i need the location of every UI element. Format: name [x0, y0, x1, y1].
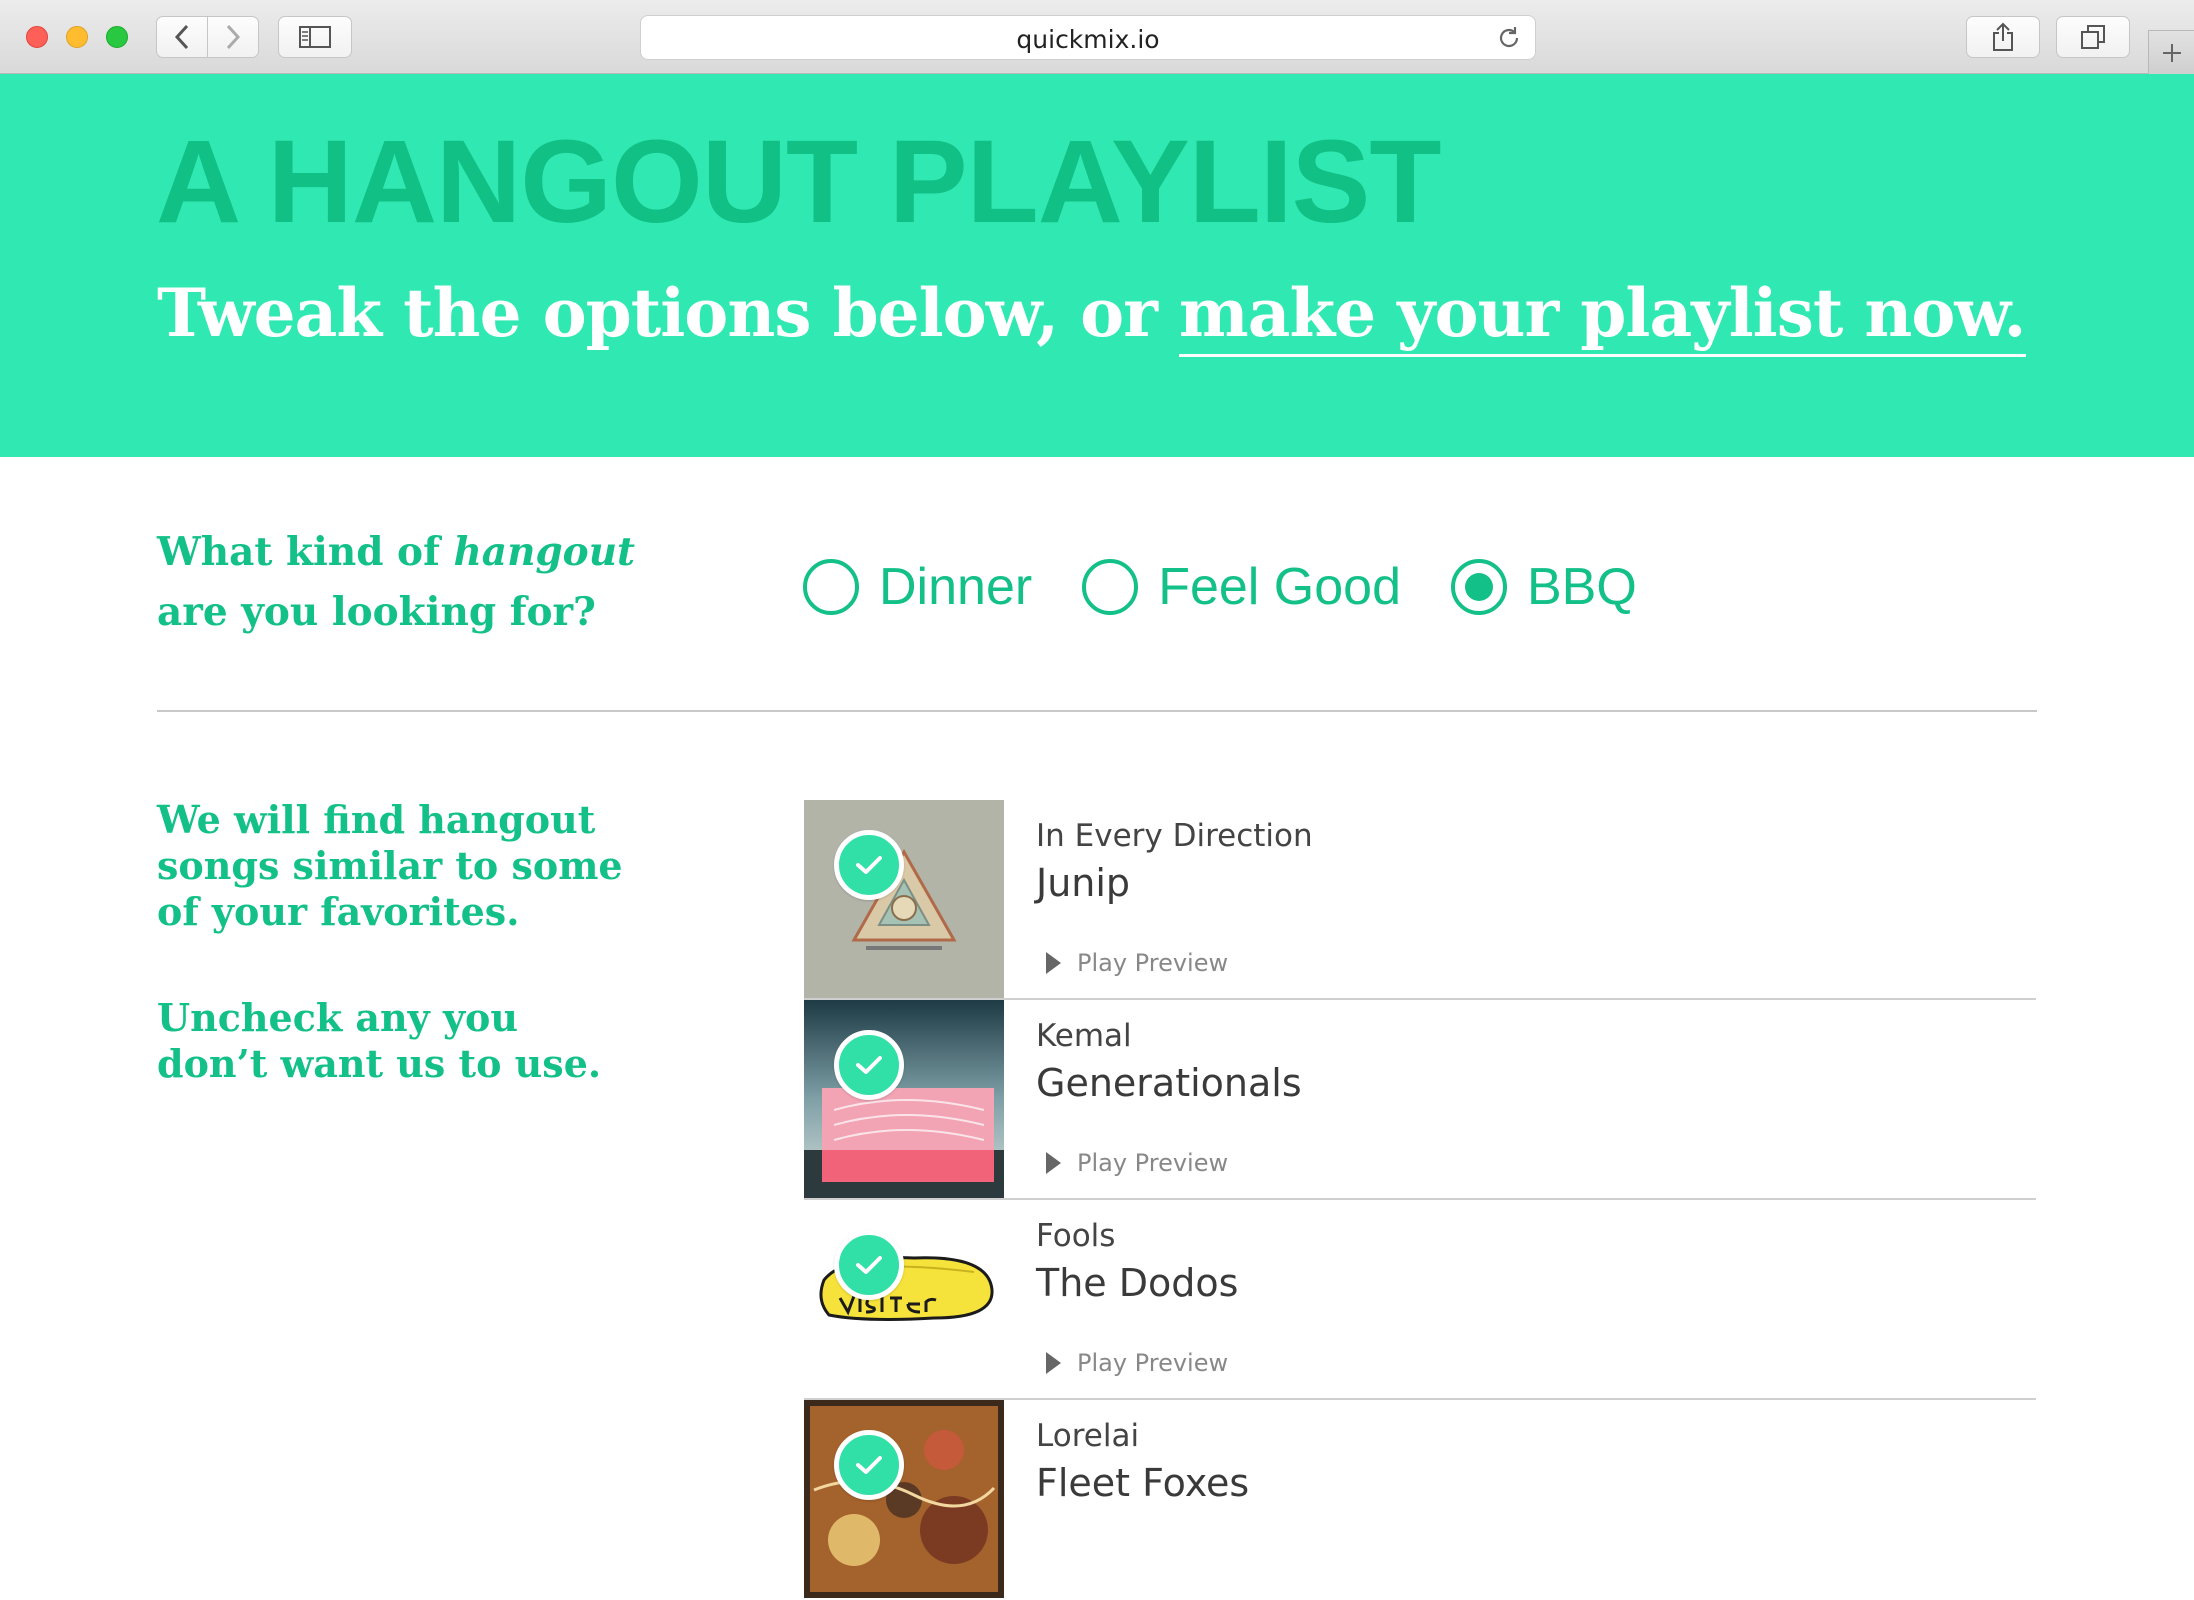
song-row: Kemal Generationals Play Preview	[804, 1000, 2036, 1200]
description-line: We will find hangout	[157, 797, 596, 842]
song-checkbox[interactable]	[834, 830, 904, 900]
album-cover	[804, 1000, 1004, 1198]
favorites-description: We will find hangout songs similar to so…	[157, 797, 623, 935]
reload-icon[interactable]	[1497, 26, 1521, 50]
song-list: In Every Direction Junip Play Preview Ke…	[804, 800, 2036, 1600]
song-row: In Every Direction Junip Play Preview	[804, 800, 2036, 1000]
album-art	[804, 1200, 1004, 1398]
album-art	[804, 1000, 1004, 1198]
radio-button-selected[interactable]	[1451, 559, 1507, 615]
question-line-1: What kind of hangout	[157, 522, 635, 582]
song-title: Fools	[1036, 1218, 1116, 1254]
play-preview-button[interactable]: Play Preview	[1046, 949, 1228, 977]
checkmark-icon	[856, 1256, 882, 1274]
plus-icon	[2162, 43, 2181, 62]
tabs-overview-button[interactable]	[2056, 16, 2130, 58]
album-cover	[804, 800, 1004, 998]
play-preview-button[interactable]: Play Preview	[1046, 1149, 1228, 1177]
question-emphasis: hangout	[453, 529, 636, 575]
tabs-icon	[2081, 25, 2105, 49]
play-preview-label: Play Preview	[1077, 1149, 1229, 1177]
share-icon	[1993, 22, 2013, 51]
question-line-2: are you looking for?	[157, 589, 596, 635]
sidebar-icon	[299, 26, 331, 48]
play-icon	[1046, 952, 1061, 974]
description-line: songs similar to some	[157, 843, 623, 888]
song-artist: Fleet Foxes	[1036, 1461, 1250, 1505]
song-title: In Every Direction	[1036, 818, 1313, 854]
subtitle-text: Tweak the options below, or	[157, 274, 1179, 352]
checkmark-icon	[856, 1456, 882, 1474]
share-button[interactable]	[1966, 16, 2040, 58]
option-label: Dinner	[879, 558, 1033, 616]
hangout-question: What kind of hangout are you looking for…	[157, 522, 635, 642]
url-text: quickmix.io	[1016, 25, 1160, 54]
browser-toolbar: quickmix.io	[0, 0, 2194, 74]
page-title: A HANGOUT PLAYLIST	[156, 116, 1441, 248]
song-title: Kemal	[1036, 1018, 1132, 1054]
close-window-button[interactable]	[26, 26, 48, 48]
make-playlist-link[interactable]: make your playlist now.	[1178, 274, 2027, 357]
option-feel-good[interactable]: Feel Good	[1082, 557, 1401, 617]
play-icon	[1046, 1152, 1061, 1174]
option-label: Feel Good	[1158, 558, 1401, 616]
checkmark-icon	[856, 1056, 882, 1074]
chevron-left-icon	[174, 24, 189, 50]
song-title: Lorelai	[1036, 1418, 1140, 1454]
uncheck-instructions: Uncheck any you don’t want us to use.	[157, 995, 601, 1087]
forward-button[interactable]	[207, 16, 259, 58]
song-artist: Generationals	[1036, 1061, 1302, 1105]
song-checkbox[interactable]	[834, 1430, 904, 1500]
new-tab-button[interactable]	[2148, 30, 2194, 74]
description-line: of your favorites.	[157, 889, 520, 934]
option-dinner[interactable]: Dinner	[803, 557, 1032, 617]
description-line: don’t want us to use.	[157, 1041, 602, 1086]
section-divider	[157, 710, 2037, 712]
play-icon	[1046, 1352, 1061, 1374]
play-preview-label: Play Preview	[1077, 1349, 1229, 1377]
zoom-window-button[interactable]	[106, 26, 128, 48]
song-checkbox[interactable]	[834, 1230, 904, 1300]
play-preview-label: Play Preview	[1077, 949, 1229, 977]
option-label: BBQ	[1527, 558, 1637, 616]
hangout-options: Dinner Feel Good BBQ	[803, 552, 1687, 622]
album-art	[804, 800, 1004, 998]
radio-button[interactable]	[803, 559, 859, 615]
album-cover	[804, 1400, 1004, 1598]
sidebar-toggle-button[interactable]	[278, 16, 352, 58]
song-artist: The Dodos	[1036, 1261, 1239, 1305]
address-bar[interactable]: quickmix.io	[640, 15, 1536, 60]
hero-banner: A HANGOUT PLAYLIST Tweak the options bel…	[0, 74, 2194, 457]
minimize-window-button[interactable]	[66, 26, 88, 48]
back-button[interactable]	[156, 16, 208, 58]
radio-button[interactable]	[1082, 559, 1139, 615]
hero-subtitle: Tweak the options below, or make your pl…	[157, 274, 2027, 357]
checkmark-icon	[856, 856, 882, 874]
play-preview-button[interactable]: Play Preview	[1046, 1349, 1228, 1377]
album-art	[804, 1400, 1004, 1598]
chevron-right-icon	[226, 24, 241, 50]
song-row: Fools The Dodos Play Preview	[804, 1200, 2036, 1400]
album-cover	[804, 1200, 1004, 1398]
song-checkbox[interactable]	[834, 1030, 904, 1100]
description-line: Uncheck any you	[157, 995, 519, 1040]
song-row: Lorelai Fleet Foxes	[804, 1400, 2036, 1600]
option-bbq[interactable]: BBQ	[1451, 557, 1637, 617]
question-text: What kind of	[157, 529, 454, 575]
song-artist: Junip	[1036, 861, 1131, 905]
